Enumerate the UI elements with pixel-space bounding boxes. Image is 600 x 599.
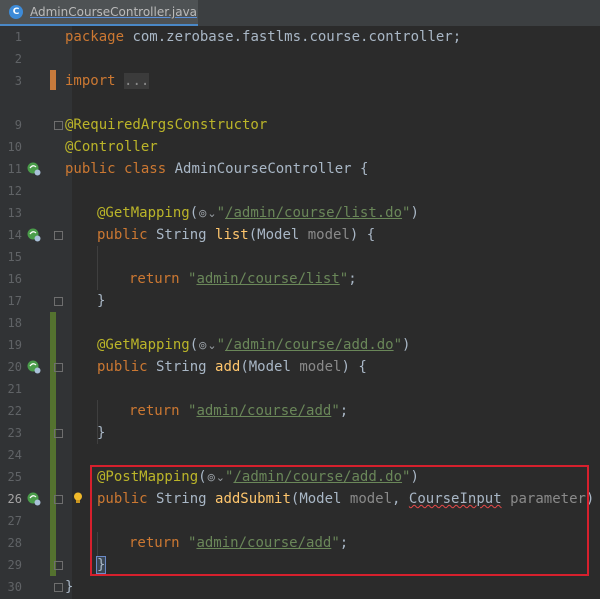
package-name: com.zerobase.fastlms.course.controller;	[124, 29, 462, 45]
code-line: 17 }	[0, 290, 600, 312]
editor-tab[interactable]: C AdminCourseController.java	[0, 0, 198, 26]
code-line: 14 public String list(Model model) {	[0, 224, 600, 246]
lightbulb-icon[interactable]	[73, 492, 83, 504]
code-text: }	[65, 579, 74, 595]
line-number: 19	[7, 338, 22, 352]
code-editor[interactable]: 1 package com.zerobase.fastlms.course.co…	[0, 26, 600, 599]
code-line: 24	[0, 444, 600, 466]
code-line: 10 @Controller	[0, 136, 600, 158]
url-link[interactable]: /admin/course/add.do	[225, 337, 394, 353]
fold-toggle-icon[interactable]	[54, 297, 63, 306]
line-number: 10	[7, 140, 22, 154]
line-number: 3	[14, 74, 22, 88]
code-line: 15	[0, 246, 600, 268]
code-text: public String add(Model model) {	[97, 359, 367, 375]
line-number: 9	[14, 118, 22, 132]
fold-toggle-icon[interactable]	[54, 583, 63, 592]
line-number: 16	[7, 272, 22, 286]
line-number: 21	[7, 382, 22, 396]
fold-toggle-icon[interactable]	[54, 495, 63, 504]
code-line: 2	[0, 48, 600, 70]
code-line: 13 @GetMapping(⊚⌄"/admin/course/list.do"…	[0, 202, 600, 224]
code-line: 19 @GetMapping(⊚⌄"/admin/course/add.do")	[0, 334, 600, 356]
line-number: 15	[7, 250, 22, 264]
annotation: @Controller	[65, 139, 158, 155]
keyword: package	[65, 29, 125, 45]
editor-tab-bar: C AdminCourseController.java	[0, 0, 600, 26]
line-number: 23	[7, 426, 22, 440]
code-line: 22 return "admin/course/add";	[0, 400, 600, 422]
fold-toggle-icon[interactable]	[54, 561, 63, 570]
spring-bean-icon[interactable]	[27, 162, 41, 176]
code-text: return "admin/course/list";	[129, 271, 357, 287]
line-number: 27	[7, 514, 22, 528]
line-number: 11	[7, 162, 22, 176]
fold-toggle-icon[interactable]	[54, 363, 63, 372]
line-number: 20	[7, 360, 22, 374]
code-text: }	[97, 293, 106, 309]
line-number: 25	[7, 470, 22, 484]
line-number: 2	[14, 52, 22, 66]
code-line: 20 public String add(Model model) {	[0, 356, 600, 378]
code-text: package com.zerobase.fastlms.course.cont…	[65, 27, 461, 47]
code-text: import ...	[65, 71, 150, 91]
code-line: 16 return "admin/course/list";	[0, 268, 600, 290]
line-number: 26	[7, 492, 22, 506]
spring-endpoint-icon[interactable]	[27, 228, 41, 242]
fold-toggle-icon[interactable]	[54, 231, 63, 240]
line-number: 1	[14, 30, 22, 44]
fold-toggle-icon[interactable]	[54, 429, 63, 438]
code-line: 3 import ...	[0, 70, 600, 92]
highlight-annotation-box	[90, 465, 589, 576]
view-path[interactable]: admin/course/add	[196, 403, 331, 419]
line-number: 17	[7, 294, 22, 308]
java-class-icon: C	[9, 5, 23, 19]
line-number: 12	[7, 184, 22, 198]
code-text: }	[97, 425, 106, 441]
code-line: 1 package com.zerobase.fastlms.course.co…	[0, 26, 600, 48]
code-text: public String list(Model model) {	[97, 227, 376, 243]
url-link[interactable]: /admin/course/list.do	[225, 205, 402, 221]
line-number: 30	[7, 580, 22, 594]
web-endpoint-icon: ⊚⌄	[198, 207, 217, 220]
code-line: 21	[0, 378, 600, 400]
view-path[interactable]: admin/course/list	[196, 271, 339, 287]
fold-toggle-icon[interactable]	[54, 121, 63, 130]
line-number: 22	[7, 404, 22, 418]
web-endpoint-icon: ⊚⌄	[198, 339, 217, 352]
code-line: 11 public class AdminCourseController {	[0, 158, 600, 180]
annotation: @RequiredArgsConstructor	[65, 117, 268, 133]
line-number: 28	[7, 536, 22, 550]
line-number: 29	[7, 558, 22, 572]
code-line: 23 }	[0, 422, 600, 444]
line-number: 18	[7, 316, 22, 330]
code-line: 9 @RequiredArgsConstructor	[0, 114, 600, 136]
code-text: @GetMapping(⊚⌄"/admin/course/list.do")	[97, 205, 419, 221]
folded-imports[interactable]: ...	[124, 73, 150, 89]
code-text: public class AdminCourseController {	[65, 161, 369, 177]
tab-filename: AdminCourseController.java	[30, 5, 198, 19]
code-line: 12	[0, 180, 600, 202]
code-line: 30 }	[0, 576, 600, 598]
line-number: 14	[7, 228, 22, 242]
keyword: import	[65, 73, 116, 89]
spring-endpoint-icon[interactable]	[27, 492, 41, 506]
spring-endpoint-icon[interactable]	[27, 360, 41, 374]
line-number: 24	[7, 448, 22, 462]
code-line: 18	[0, 312, 600, 334]
code-text: @GetMapping(⊚⌄"/admin/course/add.do")	[97, 337, 411, 353]
code-text: return "admin/course/add";	[129, 403, 349, 419]
line-number: 13	[7, 206, 22, 220]
